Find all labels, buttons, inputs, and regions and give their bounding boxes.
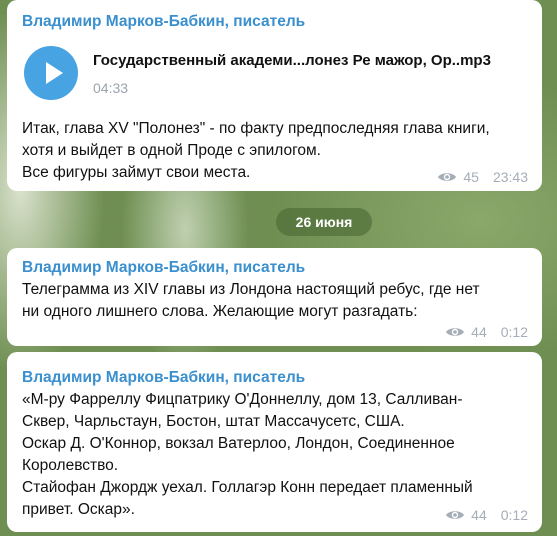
message-line: ни одного лишнего слова. Желающие могут … [22, 303, 418, 320]
audio-duration: 04:33 [93, 80, 129, 96]
message-time: 0:12 [500, 507, 528, 523]
message-line: Телеграмма из XIV главы из Лондона насто… [22, 281, 480, 298]
message-audio[interactable]: Владимир Марков-Бабкин, писатель Государ… [7, 0, 542, 191]
eye-icon [446, 511, 465, 519]
message-line: «М-ру Фарреллу Фицпатрику О'Доннеллу, до… [22, 391, 463, 408]
play-button[interactable] [24, 46, 78, 100]
sender-name[interactable]: Владимир Марков-Бабкин, писатель [22, 369, 305, 387]
message-line: Стайофан Джордж уехал. Голлагэр Конн пер… [22, 479, 473, 496]
date-separator: 26 июня [276, 208, 372, 236]
message-text: Телеграмма из XIV главы из Лондона насто… [22, 279, 530, 323]
play-icon [46, 62, 63, 84]
message-line: Сквер, Чарльстаун, Бостон, штат Массачус… [22, 413, 405, 430]
message-line: Итак, глава XV "Полонез" - по факту пред… [22, 120, 490, 137]
view-count: 44 [471, 324, 487, 340]
message-text: «М-ру Фарреллу Фицпатрику О'Доннеллу, до… [22, 389, 530, 521]
message-text-post[interactable]: Владимир Марков-Бабкин, писатель «М-ру Ф… [7, 352, 542, 532]
message-time: 0:12 [500, 324, 528, 340]
sender-name[interactable]: Владимир Марков-Бабкин, писатель [22, 259, 305, 277]
view-count: 44 [471, 507, 487, 523]
message-meta: 45 23:43 [437, 169, 528, 185]
eye-icon [438, 173, 457, 181]
view-count: 45 [463, 169, 479, 185]
message-meta: 44 0:12 [445, 324, 528, 340]
eye-icon [446, 328, 465, 336]
sender-name[interactable]: Владимир Марков-Бабкин, писатель [22, 13, 305, 31]
message-line: Королевство. [22, 457, 119, 474]
audio-title[interactable]: Государственный академи...лонез Ре мажор… [93, 52, 491, 69]
message-meta: 44 0:12 [445, 507, 528, 523]
message-line: хотя и выйдет в одной Проде с эпилогом. [22, 142, 321, 159]
message-text-post[interactable]: Владимир Марков-Бабкин, писатель Телегра… [7, 248, 542, 346]
message-time: 23:43 [492, 169, 528, 185]
message-line: Оскар Д. О'Коннор, вокзал Ватерлоо, Лонд… [22, 435, 455, 452]
